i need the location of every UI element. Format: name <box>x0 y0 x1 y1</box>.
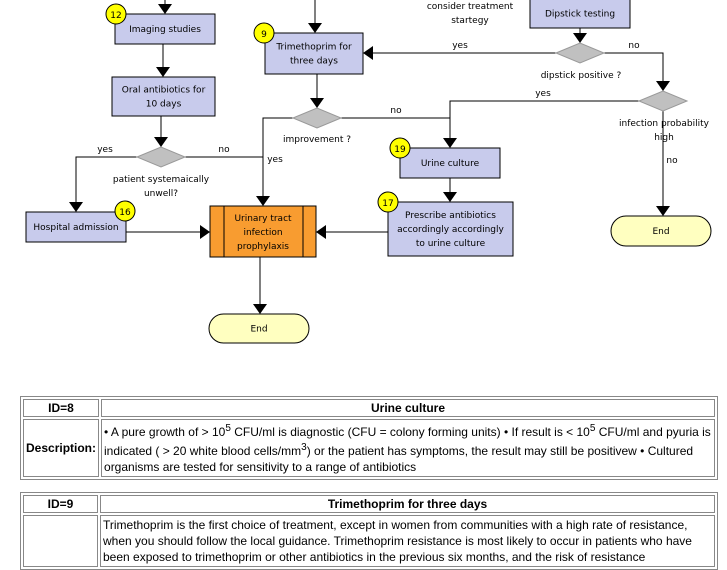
arrowhead <box>69 202 83 212</box>
no-label: no <box>390 106 402 116</box>
arrowhead <box>316 225 326 239</box>
dipstick_decision-diamond[interactable] <box>554 42 606 64</box>
description-label <box>23 515 98 567</box>
urine-label: Urine culture <box>421 159 480 169</box>
detail-table-9: ID=9 Trimethoprim for three days Trimeth… <box>20 492 718 570</box>
arrowhead <box>156 67 170 77</box>
title-cell: Urine culture <box>101 399 715 417</box>
hospital-label: Hospital admission <box>33 223 118 233</box>
arrowhead <box>443 138 457 148</box>
description-text: Trimethoprim is the first choice of trea… <box>100 515 715 567</box>
uti-label: Urinary tract <box>234 214 292 224</box>
improvement-diamond[interactable] <box>291 107 343 129</box>
consider-label: startegy <box>451 16 489 26</box>
infection_decision-label: high <box>654 133 674 143</box>
no-label: no <box>218 145 230 155</box>
badge-number: 9 <box>261 30 267 40</box>
prescribe-label: Prescribe antibiotics <box>405 211 496 221</box>
dipstick-label: Dipstick testing <box>545 10 615 20</box>
no-label: no <box>628 41 640 51</box>
uti-label: prophylaxis <box>237 242 289 252</box>
id-cell: ID=9 <box>23 495 98 513</box>
arrowhead <box>363 46 373 60</box>
arrowhead <box>200 225 210 239</box>
yes-label: yes <box>97 145 113 155</box>
uti-label: infection <box>243 228 282 238</box>
end2-label: End <box>652 227 669 237</box>
prescribe-label: accordingly accordingly <box>397 225 504 235</box>
oral-label: 10 days <box>146 100 182 110</box>
consider-label: consider treatment <box>427 2 514 12</box>
arrowhead <box>310 98 324 108</box>
end1-label: End <box>250 325 267 335</box>
trimethoprim-label: three days <box>290 57 338 67</box>
flowchart: Imaging studies 12 Oral antibiotics for 10 … <box>25 0 712 344</box>
id-cell: ID=8 <box>23 399 100 417</box>
arrowhead <box>256 196 270 206</box>
patient_decision-label: unwell? <box>144 189 178 199</box>
connector <box>449 100 639 148</box>
badge-number: 16 <box>119 208 131 218</box>
yes-label: yes <box>535 89 551 99</box>
badge-number: 19 <box>394 145 406 155</box>
arrowhead <box>154 137 168 147</box>
title-cell: Trimethoprim for three days <box>100 495 715 513</box>
yes-label: yes <box>452 41 468 51</box>
description-text: • A pure growth of > 105 CFU/ml is diagn… <box>101 419 715 477</box>
oral-box[interactable] <box>111 76 216 117</box>
arrowhead <box>308 23 322 33</box>
prescribe-label: to urine culture <box>416 239 486 249</box>
trimethoprim-box[interactable] <box>264 32 364 75</box>
badge-number: 17 <box>382 199 393 209</box>
detail-table-8: ID=8 Urine culture Description: • A pure… <box>20 396 718 480</box>
arrowhead <box>443 192 457 202</box>
arrowhead <box>158 4 172 14</box>
improvement-label: improvement ? <box>283 135 351 145</box>
arrowhead <box>656 206 670 216</box>
infection_decision-label: infection probability <box>619 119 710 129</box>
badge-number: 12 <box>110 11 121 21</box>
patient_decision-label: patient systemaically <box>113 175 210 185</box>
imaging-label: Imaging studies <box>129 25 201 35</box>
dipstick_decision-label: dipstick positive ? <box>541 71 622 81</box>
patient_decision-diamond[interactable] <box>135 146 187 168</box>
description-label: Description: <box>23 419 100 477</box>
trimethoprim-label: Trimethoprim for <box>275 43 352 53</box>
yes-label: yes <box>267 155 283 165</box>
arrowhead <box>656 81 670 91</box>
oral-label: Oral antibiotics for <box>122 86 206 96</box>
arrowhead <box>573 33 587 43</box>
no-label: no <box>666 156 678 166</box>
arrowhead <box>253 304 267 314</box>
infection_decision-diamond[interactable] <box>637 90 689 112</box>
